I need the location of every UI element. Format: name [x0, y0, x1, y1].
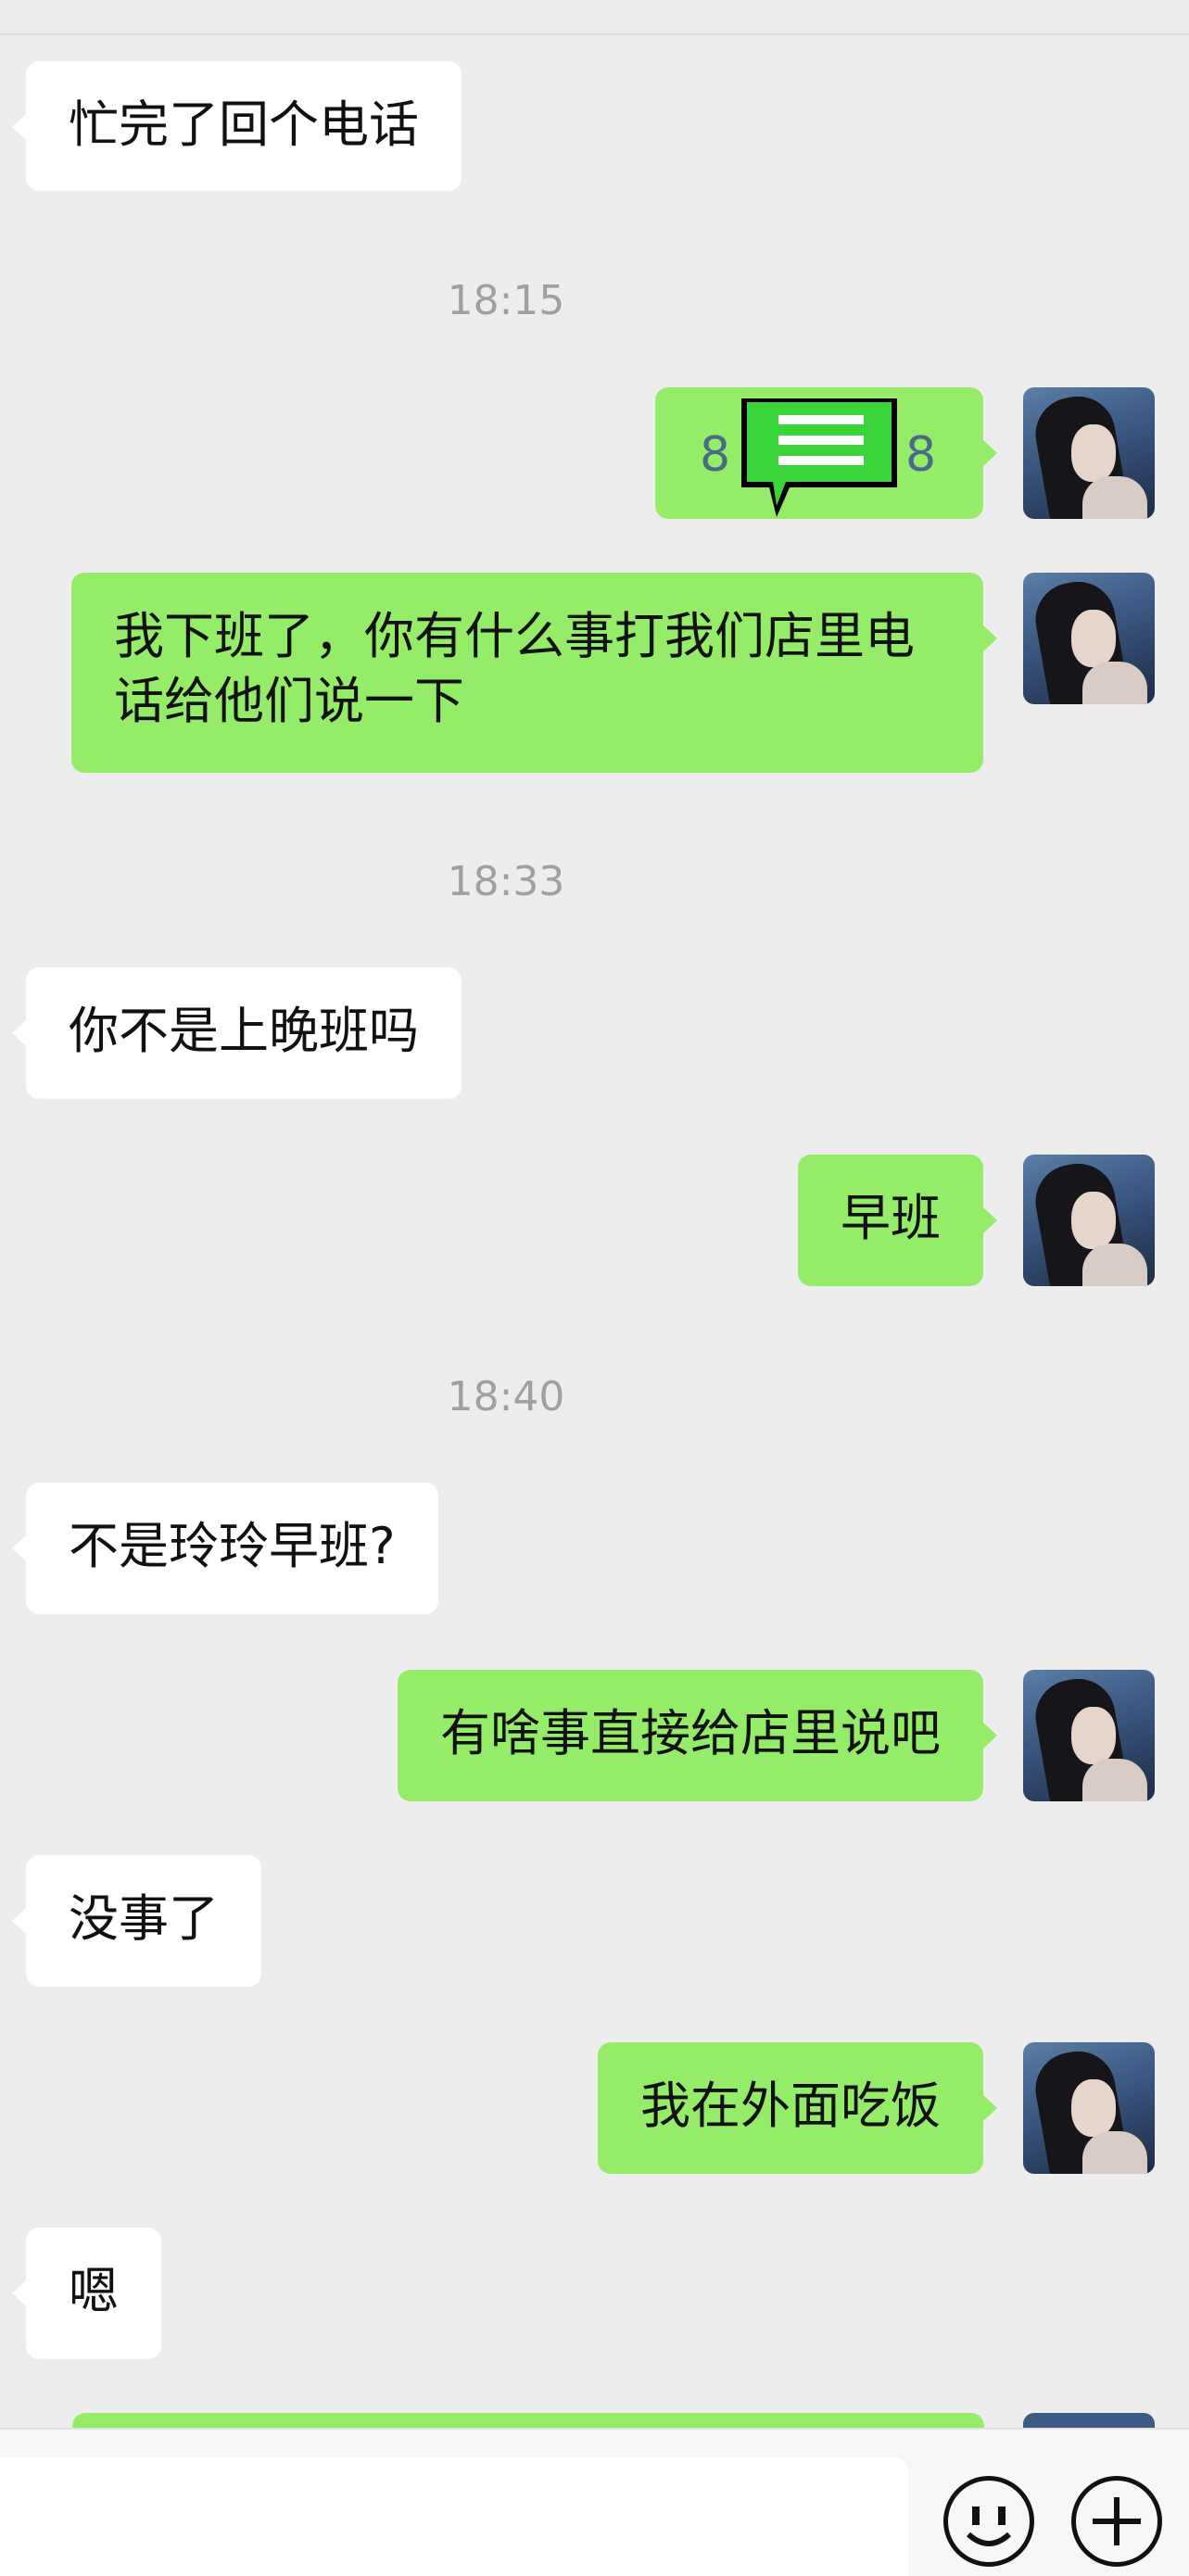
avatar[interactable] — [1023, 573, 1155, 704]
message-digit-right: 8 — [905, 427, 937, 483]
message-sticker-icon — [741, 398, 897, 517]
message-outgoing[interactable]: 早班 — [798, 1155, 997, 1286]
plus-icon[interactable] — [1071, 2476, 1162, 2567]
message-incoming[interactable]: 没事了 — [12, 1855, 261, 1987]
message-input[interactable] — [0, 2457, 908, 2576]
top-divider — [0, 33, 1189, 35]
message-incoming[interactable]: 不是玲玲早班? — [12, 1483, 438, 1614]
timestamp: 18:33 — [447, 858, 565, 905]
message-incoming[interactable]: 忙完了回个电话 — [12, 61, 462, 191]
message-outgoing[interactable]: 有啥事直接给店里说吧 — [398, 1670, 997, 1801]
timestamp: 18:40 — [447, 1373, 565, 1421]
message-digit-left: 8 — [700, 427, 731, 483]
message-outgoing[interactable]: 我在外面吃饭 — [598, 2042, 997, 2174]
input-bar — [0, 2428, 1189, 2576]
avatar[interactable] — [1023, 1155, 1155, 1286]
avatar[interactable] — [1023, 2042, 1155, 2174]
timestamp: 18:15 — [447, 277, 565, 324]
message-incoming[interactable]: 你不是上晚班吗 — [12, 967, 462, 1099]
emoji-icon[interactable] — [943, 2476, 1034, 2567]
message-outgoing[interactable]: 我下班了，你有什么事打我们店里电话给他们说一下 — [71, 573, 997, 773]
avatar[interactable] — [1023, 387, 1155, 519]
message-incoming[interactable]: 嗯 — [12, 2228, 161, 2359]
avatar[interactable] — [1023, 1670, 1155, 1801]
